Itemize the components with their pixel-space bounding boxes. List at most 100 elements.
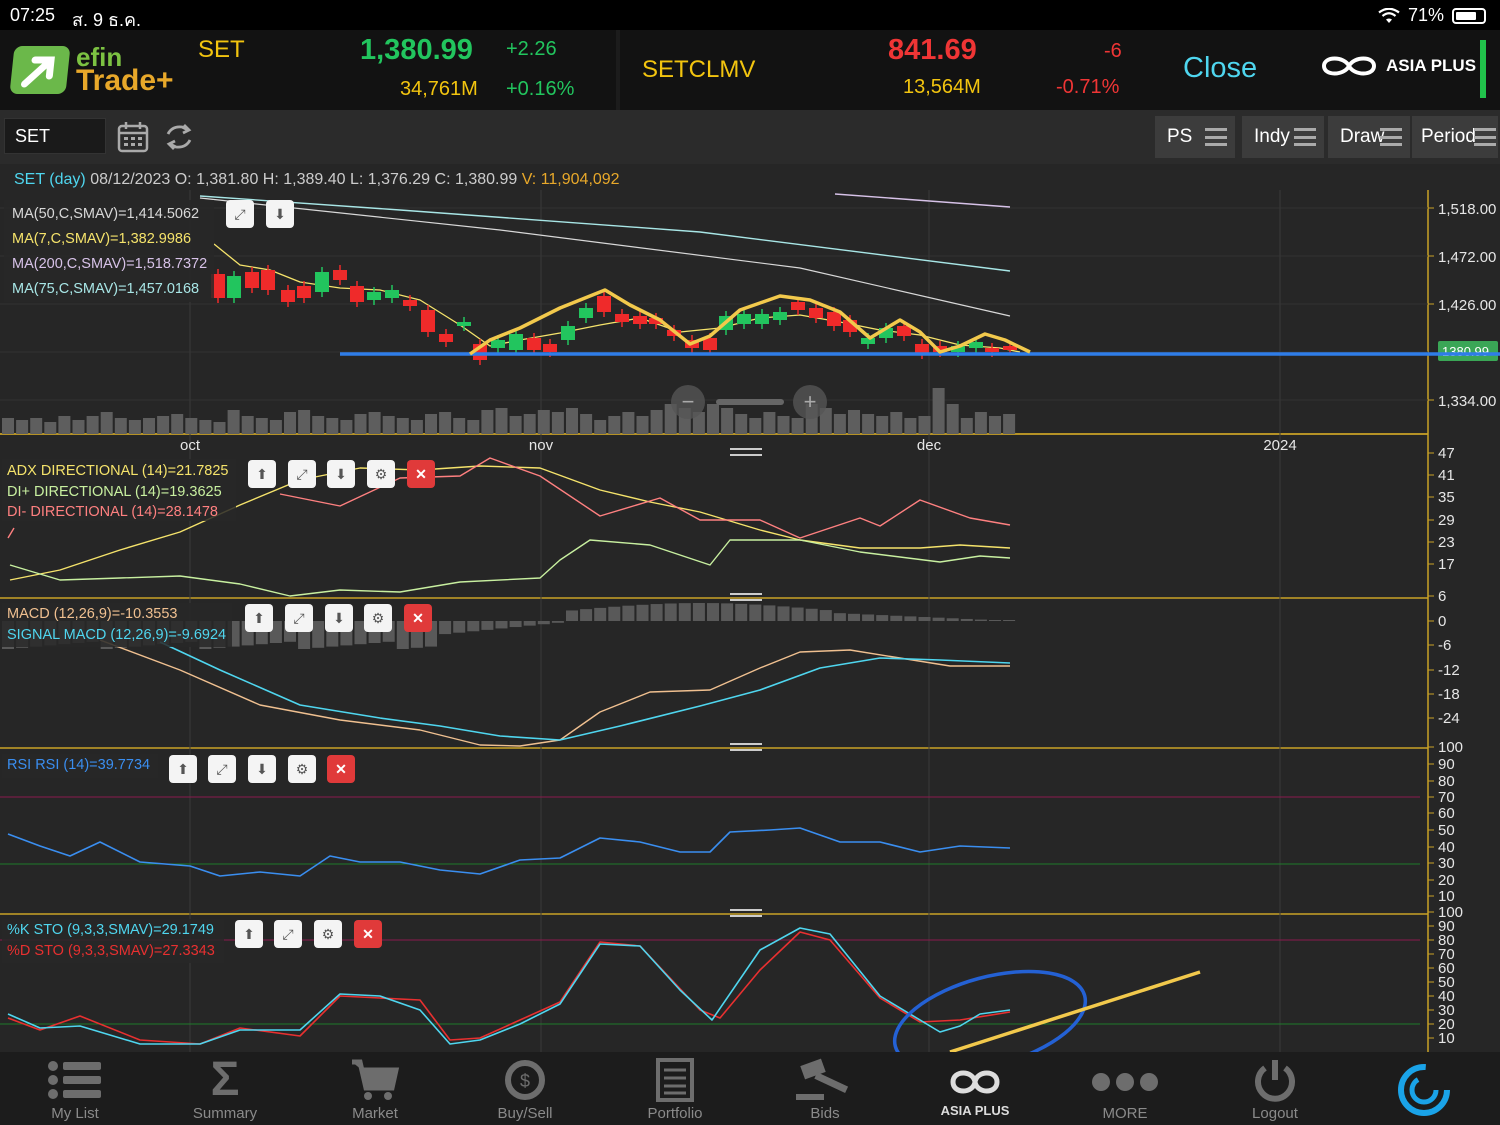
macd-histogram-bar [594, 607, 607, 621]
macd-histogram-bar [735, 603, 748, 621]
adx-axis-label: 23 [1438, 534, 1455, 551]
volume-bar [171, 414, 184, 434]
nav-label: Logout [1252, 1105, 1298, 1122]
candle-body [897, 326, 911, 336]
indy-button[interactable]: Indy [1242, 116, 1324, 158]
nav-market[interactable]: Market [300, 1052, 450, 1125]
menu-icon [1380, 128, 1402, 146]
move-down-icon[interactable]: ⬇ [266, 200, 294, 228]
period-button-label: Period [1421, 126, 1476, 147]
logo-trade-text: Trade+ [76, 64, 174, 97]
rsi-legend: RSI RSI (14)=39.7734 [2, 754, 158, 778]
period-button[interactable]: Period [1412, 116, 1498, 158]
move-down-icon[interactable]: ⬇ [248, 755, 276, 783]
volume-bar [495, 408, 508, 434]
candle-body [439, 334, 453, 342]
volume-bar [791, 418, 804, 434]
more-icon [1092, 1073, 1158, 1091]
index1-name[interactable]: SET [198, 36, 245, 64]
close-icon[interactable]: ✕ [327, 755, 355, 783]
settings-gear-icon[interactable]: ⚙ [288, 755, 316, 783]
volume-bar [848, 410, 860, 434]
rsi-label: RSI RSI (14)=39.7734 [7, 757, 151, 773]
ohlc-close: 1,380.99 [454, 171, 518, 188]
highlight-ellipse [892, 969, 1088, 1052]
move-up-icon[interactable]: ⬆ [235, 920, 263, 948]
market-status: Close [1183, 52, 1258, 84]
nav-portfolio[interactable]: Portfolio [600, 1052, 750, 1125]
menu-icon [1205, 128, 1227, 146]
ps-button-label: PS [1167, 126, 1193, 147]
nav-label: Portfolio [647, 1105, 703, 1122]
macd-histogram-bar [749, 604, 762, 621]
nav-logout[interactable]: Logout [1200, 1052, 1350, 1125]
move-up-icon[interactable]: ⬆ [169, 755, 197, 783]
infinity-icon [1321, 56, 1377, 76]
settings-gear-icon[interactable]: ⚙ [314, 920, 342, 948]
expand-icon[interactable]: ⤢ [226, 200, 254, 228]
settings-gear-icon[interactable]: ⚙ [364, 604, 392, 632]
macd-histogram-bar [918, 617, 931, 621]
move-down-icon[interactable]: ⬇ [325, 604, 353, 632]
nav-label: ASIA PLUS [940, 1103, 1010, 1118]
expand-icon[interactable]: ⤢ [285, 604, 313, 632]
nav-label: Summary [192, 1105, 258, 1122]
candle-body [969, 342, 983, 348]
refresh-icon[interactable] [162, 120, 196, 154]
volume-bar [594, 420, 607, 434]
nav-summary[interactable]: Σ Summary [150, 1052, 300, 1125]
volume-bar [862, 414, 875, 434]
nav-more[interactable]: MORE [1050, 1052, 1200, 1125]
rsi-axis-label: 80 [1438, 773, 1455, 790]
ma75-line [199, 195, 1011, 272]
macd-histogram-bar [904, 616, 917, 621]
close-icon[interactable]: ✕ [407, 460, 435, 488]
calendar-icon[interactable] [116, 120, 150, 154]
volume-bar [763, 412, 776, 434]
volume-bar [16, 420, 29, 434]
nav-label: My List [51, 1105, 99, 1122]
nav-my-list[interactable]: My List [0, 1052, 150, 1125]
close-icon[interactable]: ✕ [404, 604, 432, 632]
macd-histogram-bar [622, 605, 635, 621]
settings-gear-icon[interactable]: ⚙ [367, 460, 395, 488]
symbol-input[interactable]: SET [4, 118, 106, 154]
macd-histogram-bar [537, 621, 550, 625]
refresh-spinner-icon[interactable] [1396, 1062, 1452, 1118]
volume-bar [481, 410, 494, 434]
svg-text:$: $ [520, 1071, 530, 1091]
cart-icon [352, 1059, 400, 1100]
broker-name: ASIA PLUS [1386, 56, 1477, 75]
rsi-line [7, 827, 1011, 877]
macd-histogram-bar [523, 621, 536, 626]
ps-button[interactable]: PS [1155, 116, 1235, 158]
nav-buy-sell[interactable]: $ Buy/Sell [450, 1052, 600, 1125]
macd-histogram-bar [848, 613, 860, 621]
index2-name[interactable]: SETCLMV [642, 56, 755, 84]
macd-histogram-bar [946, 618, 959, 621]
ohlc-low: 1,376.29 [367, 171, 431, 188]
volume-bar [213, 422, 226, 434]
adx-legend: ADX DIRECTIONAL (14)=21.7825 DI+ DIRECTI… [2, 459, 236, 521]
portfolio-icon [656, 1058, 694, 1102]
adx-axis-label: 29 [1438, 512, 1455, 529]
expand-icon[interactable]: ⤢ [208, 755, 236, 783]
macd-axis-label: -18 [1438, 686, 1460, 703]
nav-asia-plus[interactable]: ASIA PLUS [900, 1052, 1050, 1125]
candle-body [227, 276, 241, 298]
nav-bids[interactable]: Bids [750, 1052, 900, 1125]
indy-button-label: Indy [1254, 126, 1290, 147]
draw-button[interactable]: Draw [1328, 116, 1410, 158]
move-up-icon[interactable]: ⬆ [248, 460, 276, 488]
volume-bar [580, 414, 593, 434]
macd-histogram-bar [960, 618, 973, 621]
move-down-icon[interactable]: ⬇ [327, 460, 355, 488]
sto-legend: %K STO (9,3,3,SMAV)=29.1749 %D STO (9,3,… [2, 919, 224, 963]
move-up-icon[interactable]: ⬆ [245, 604, 273, 632]
expand-icon[interactable]: ⤢ [288, 460, 316, 488]
volume-bar [467, 420, 480, 434]
close-icon[interactable]: ✕ [354, 920, 382, 948]
macd-histogram-bar [495, 621, 508, 629]
macd-histogram-bar [763, 605, 776, 621]
expand-icon[interactable]: ⤢ [274, 920, 302, 948]
